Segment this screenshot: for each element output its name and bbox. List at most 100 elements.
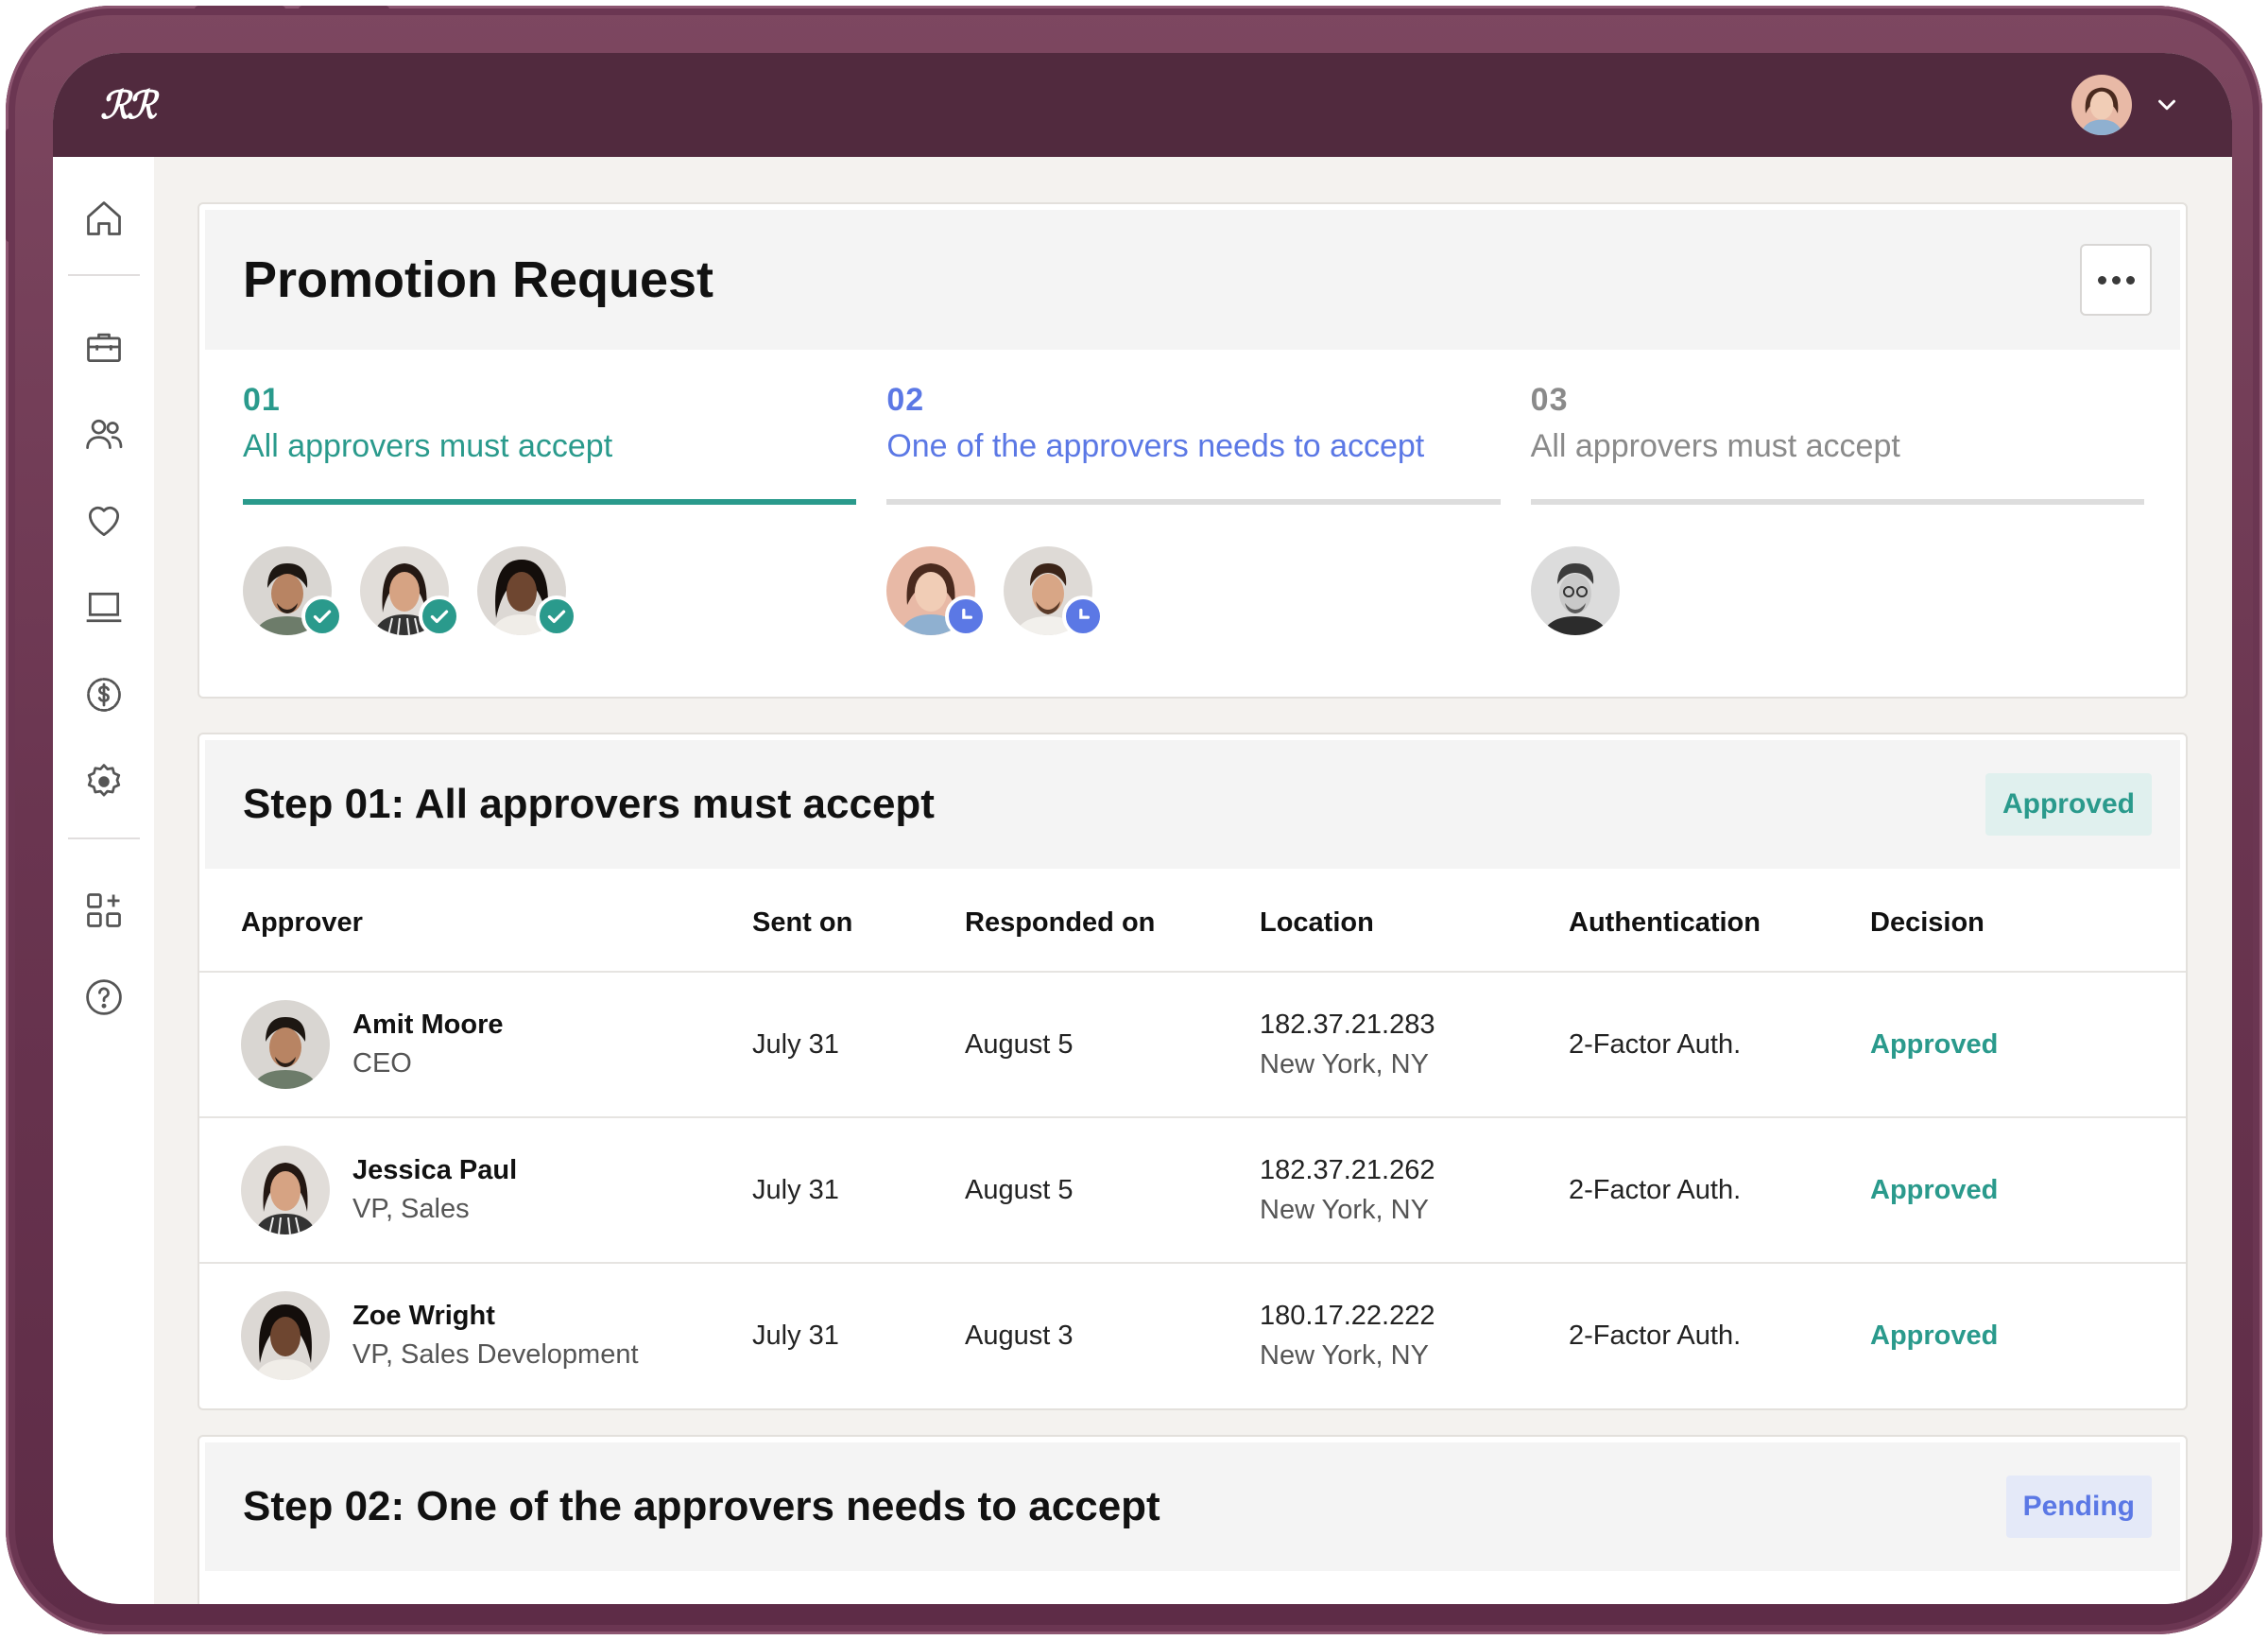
column-header[interactable]: Responded on	[965, 907, 1260, 939]
sent-on: July 31	[752, 1320, 839, 1351]
decision: Approved	[1870, 1320, 1999, 1351]
step-progress-bar	[243, 499, 857, 505]
step-01-card: Step 01: All approvers must accept Appro…	[198, 733, 2188, 1410]
avatar	[241, 1000, 330, 1089]
user-menu[interactable]	[2071, 75, 2181, 135]
approved-check-icon	[301, 596, 343, 637]
approver-cell: Zoe Wright VP, Sales Development	[199, 1291, 752, 1380]
dot-icon	[2125, 275, 2135, 285]
request-overview-card: Promotion Request 01 All approvers must …	[198, 202, 2188, 699]
approver-avatar[interactable]	[1004, 546, 1105, 637]
approver-name: Amit Moore	[352, 1010, 504, 1040]
power-button	[6, 129, 13, 242]
step-approvers	[243, 546, 856, 637]
sent-on: July 31	[752, 1174, 839, 1205]
step-number: 01	[243, 382, 281, 418]
responded-on: August 5	[965, 1174, 1074, 1205]
apps-icon[interactable]	[82, 889, 126, 932]
city: New York, NY	[1260, 1340, 1429, 1371]
authentication: 2-Factor Auth.	[1569, 1174, 1742, 1205]
step-label: All approvers must accept	[243, 428, 613, 464]
table-row[interactable]: Jessica Paul VP, Sales July 31 August 5 …	[199, 1116, 2186, 1262]
column-header[interactable]: Approver	[199, 907, 752, 939]
avatar	[241, 1291, 330, 1380]
table-row[interactable]: Zoe Wright VP, Sales Development July 31…	[199, 1262, 2186, 1407]
dollar-icon[interactable]	[82, 673, 126, 716]
table-row[interactable]: Amit Moore CEO July 31 August 5 182.37.2…	[199, 971, 2186, 1116]
step-02-header: Step 02: One of the approvers needs to a…	[205, 1442, 2180, 1571]
main-content: Promotion Request 01 All approvers must …	[154, 157, 2232, 1604]
approver-cell: Jessica Paul VP, Sales	[199, 1146, 752, 1234]
approver-cell: Amit Moore CEO	[199, 1000, 752, 1089]
approver-role: VP, Sales Development	[352, 1339, 639, 1370]
avatar	[1530, 546, 1620, 635]
approver-avatar[interactable]	[360, 546, 460, 637]
approver-avatar[interactable]	[243, 546, 343, 637]
approved-check-icon	[419, 596, 460, 637]
city: New York, NY	[1260, 1049, 1429, 1079]
home-icon[interactable]	[82, 197, 126, 240]
approvers-table: Approver Sent on Responded on Location A…	[199, 874, 2186, 1407]
location: 180.17.22.222 New York, NY	[1260, 1296, 1569, 1375]
briefcase-icon[interactable]	[82, 325, 126, 369]
section-title: Step 02: One of the approvers needs to a…	[243, 1483, 1160, 1529]
step-02-card: Step 02: One of the approvers needs to a…	[198, 1435, 2188, 1604]
sidebar-divider	[67, 274, 140, 276]
location: 182.37.21.283 New York, NY	[1260, 1005, 1569, 1084]
people-icon[interactable]	[82, 412, 126, 456]
step-03[interactable]: 03 All approvers must accept	[1530, 382, 2144, 635]
approver-avatar[interactable]	[886, 546, 988, 637]
pending-clock-icon	[945, 596, 988, 637]
settings-icon[interactable]	[82, 760, 126, 803]
column-header[interactable]: Decision	[1870, 907, 2173, 939]
city: New York, NY	[1260, 1195, 1429, 1225]
decision: Approved	[1870, 1028, 1999, 1060]
step-approvers	[886, 546, 1500, 637]
table-header: Approver Sent on Responded on Location A…	[199, 874, 2186, 971]
approver-role: VP, Sales	[352, 1194, 470, 1224]
section-title: Step 01: All approvers must accept	[243, 781, 935, 827]
column-header[interactable]: Sent on	[752, 907, 965, 939]
laptop-icon[interactable]	[82, 586, 126, 630]
help-icon[interactable]	[82, 975, 126, 1019]
column-header[interactable]: Location	[1260, 903, 1569, 942]
top-bar: ℛℛ	[53, 53, 2232, 157]
approver-avatar[interactable]	[1530, 546, 1620, 635]
step-01[interactable]: 01 All approvers must accept	[243, 382, 857, 637]
ip-address: 182.37.21.262	[1260, 1155, 1435, 1185]
ip-address: 180.17.22.222	[1260, 1301, 1435, 1331]
screen: ℛℛ Promotion Request 01 All approvers mu…	[53, 53, 2232, 1604]
approver-role: CEO	[352, 1048, 412, 1079]
responded-on: August 5	[965, 1028, 1074, 1060]
step-number: 03	[1530, 382, 1569, 418]
step-01-header: Step 01: All approvers must accept Appro…	[205, 740, 2180, 869]
step-progress-bar	[886, 499, 1501, 505]
column-header[interactable]: Authentication	[1569, 907, 1870, 939]
step-02[interactable]: 02 One of the approvers needs to accept	[886, 382, 1501, 637]
app-logo[interactable]: ℛℛ	[100, 83, 157, 128]
sent-on: July 31	[752, 1028, 839, 1060]
step-approvers	[1530, 546, 2144, 635]
responded-on: August 3	[965, 1320, 1074, 1351]
status-badge: Approved	[1984, 773, 2152, 836]
ip-address: 182.37.21.283	[1260, 1010, 1435, 1040]
avatar	[241, 1146, 330, 1234]
step-number: 02	[886, 382, 925, 418]
more-options-button[interactable]	[2080, 244, 2152, 316]
approver-avatar[interactable]	[477, 546, 577, 637]
step-label: One of the approvers needs to accept	[886, 428, 1425, 464]
heart-icon[interactable]	[82, 499, 126, 543]
sidebar	[53, 157, 154, 1604]
status-badge: Pending	[2005, 1476, 2152, 1538]
step-progress-bar	[1530, 499, 2144, 505]
volume-button	[195, 6, 285, 13]
user-avatar[interactable]	[2071, 75, 2132, 135]
approver-name: Zoe Wright	[352, 1301, 495, 1331]
authentication: 2-Factor Auth.	[1569, 1028, 1742, 1060]
dot-icon	[2097, 275, 2106, 285]
chevron-down-icon[interactable]	[2153, 91, 2181, 119]
pending-clock-icon	[1062, 596, 1105, 637]
decision: Approved	[1870, 1174, 1999, 1205]
request-header: Promotion Request	[205, 210, 2180, 350]
tablet-frame: ℛℛ Promotion Request 01 All approvers mu…	[6, 6, 2262, 1634]
